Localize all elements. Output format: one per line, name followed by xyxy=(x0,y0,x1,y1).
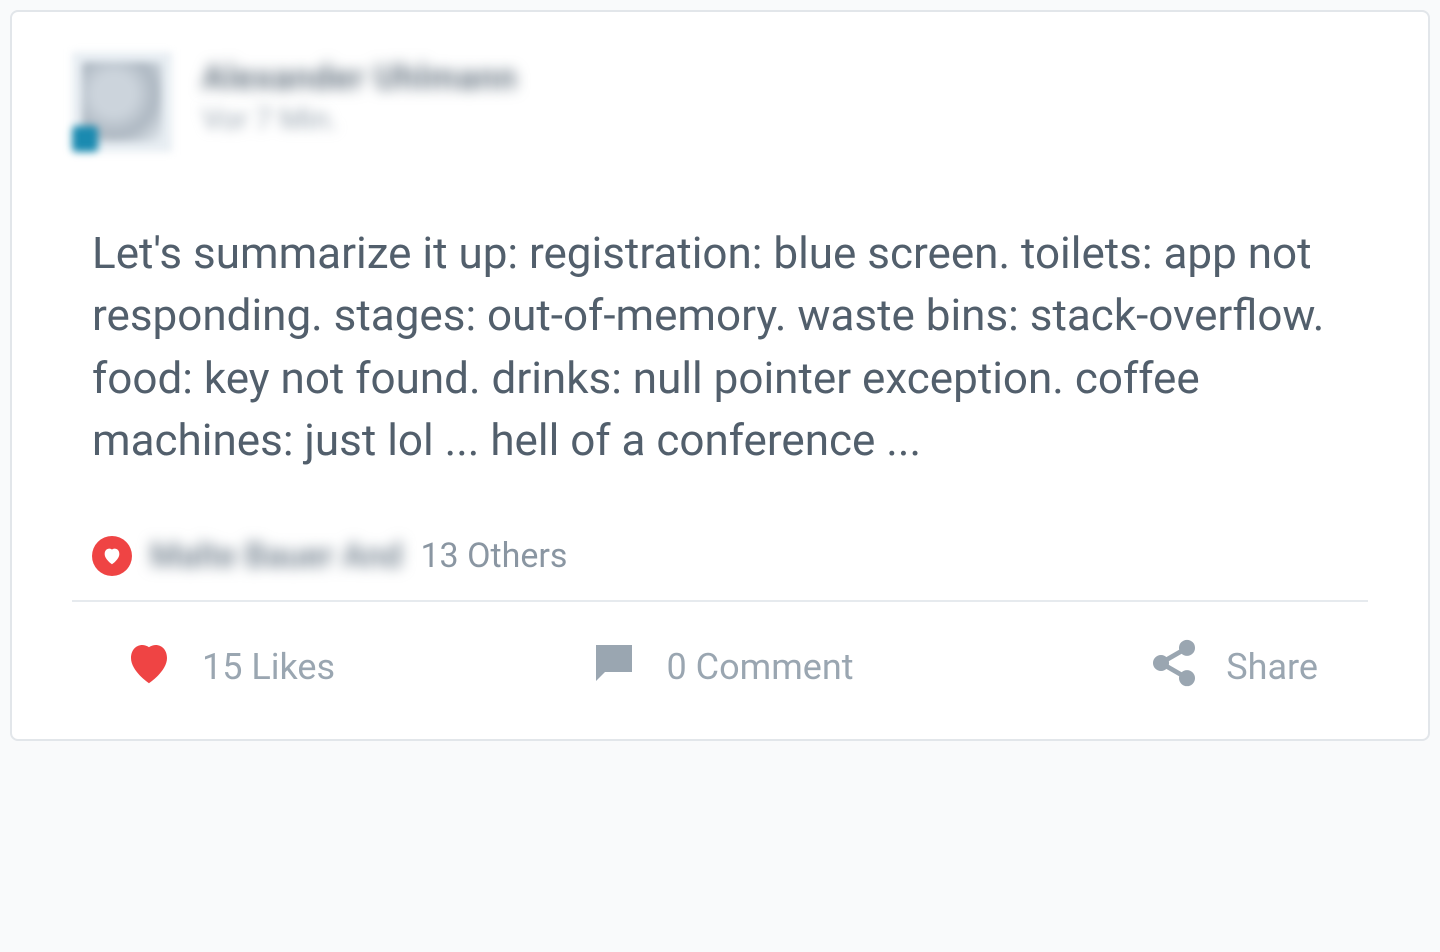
share-icon xyxy=(1148,637,1200,698)
like-button[interactable]: 15 Likes xyxy=(72,636,521,699)
author-block: Alexander Uhlmann Vor 7 Min. xyxy=(202,52,517,137)
likes-others-count: 13 Others xyxy=(420,536,567,576)
post-actions: 15 Likes 0 Comment Share xyxy=(12,602,1428,739)
post-header: Alexander Uhlmann Vor 7 Min. xyxy=(12,12,1428,152)
share-button[interactable]: Share xyxy=(919,637,1368,698)
post-body: Let's summarize it up: registration: blu… xyxy=(12,152,1428,512)
comment-icon xyxy=(587,636,641,699)
share-label: Share xyxy=(1226,646,1318,688)
avatar[interactable] xyxy=(72,52,172,152)
heart-badge-icon xyxy=(92,536,132,576)
comment-label: 0 Comment xyxy=(667,646,854,688)
post-card: Alexander Uhlmann Vor 7 Min. Let's summa… xyxy=(10,10,1430,741)
comment-button[interactable]: 0 Comment xyxy=(521,636,920,699)
likes-names: Malte Bauer And xyxy=(150,536,402,576)
avatar-badge-icon xyxy=(72,126,98,152)
likes-summary[interactable]: Malte Bauer And 13 Others xyxy=(12,512,1428,600)
author-name[interactable]: Alexander Uhlmann xyxy=(202,58,517,98)
heart-icon xyxy=(122,636,176,699)
like-count-label: 15 Likes xyxy=(202,646,335,688)
post-timestamp: Vor 7 Min. xyxy=(202,102,517,137)
